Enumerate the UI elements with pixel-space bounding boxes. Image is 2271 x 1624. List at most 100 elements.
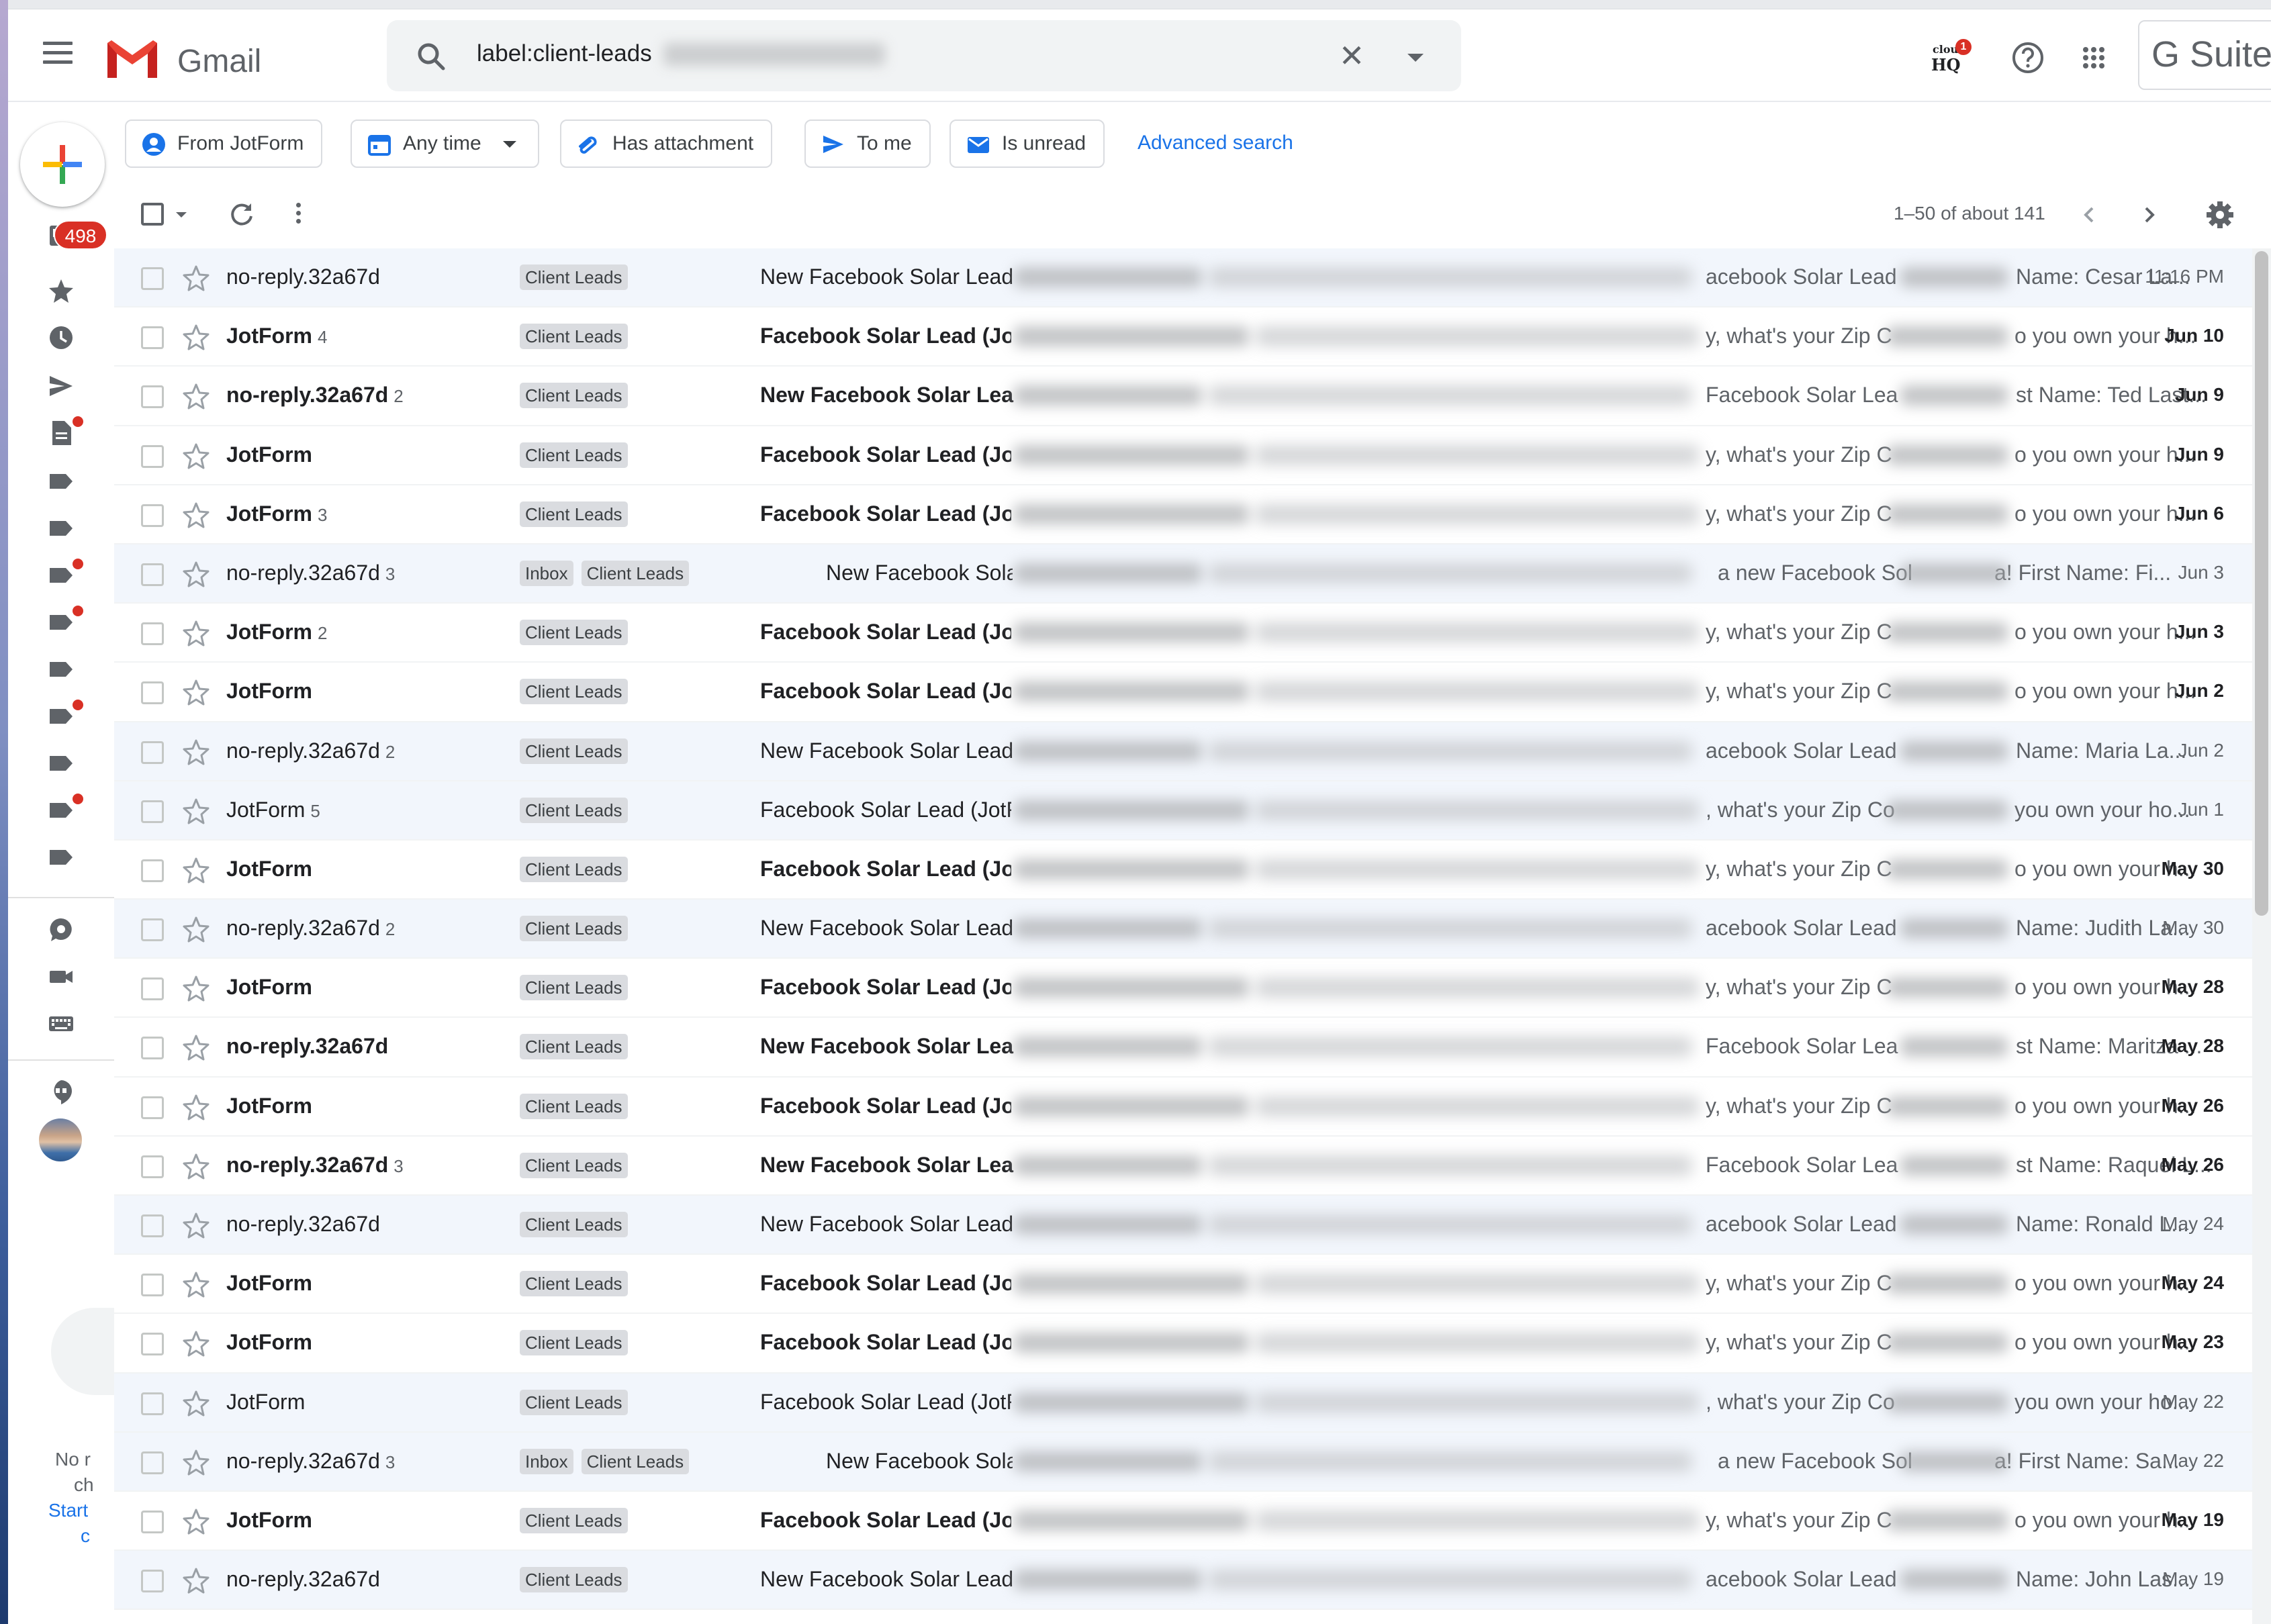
star-icon[interactable] <box>181 1033 211 1062</box>
help-icon[interactable] <box>2008 38 2048 78</box>
star-icon[interactable] <box>181 914 211 944</box>
table-row[interactable]: JotForm Client Leads Facebook Solar Lead (… <box>114 1255 2252 1315</box>
row-checkbox[interactable] <box>141 977 164 1001</box>
scrollbar[interactable] <box>2252 248 2271 1624</box>
label-chip[interactable]: Client Leads <box>520 1034 628 1060</box>
gmail-logo-icon[interactable] <box>103 36 161 81</box>
table-row[interactable]: JotForm Client Leads Facebook Solar Lead (… <box>114 1491 2252 1551</box>
star-icon[interactable] <box>181 618 211 648</box>
row-checkbox[interactable] <box>141 504 164 527</box>
table-row[interactable]: JotForm Client Leads Facebook Solar Lead (… <box>114 663 2252 722</box>
drafts-icon[interactable] <box>47 419 75 447</box>
label-chip[interactable]: Client Leads <box>520 265 628 290</box>
table-row[interactable]: no-reply.32a67d 3 Client Leads New Facebook… <box>114 1136 2252 1196</box>
table-row[interactable]: JotForm Client Leads Facebook Solar Lead (… <box>114 959 2252 1018</box>
label-chip[interactable]: Client Leads <box>520 679 628 705</box>
label-chip[interactable]: Client Leads <box>520 1271 628 1297</box>
label-chip[interactable]: Client Leads <box>520 1152 628 1178</box>
label-icon[interactable] <box>47 796 75 824</box>
avatar[interactable] <box>39 1118 82 1161</box>
table-row[interactable]: no-reply.32a67d 2 Client Leads New Facebook… <box>114 900 2252 959</box>
row-checkbox[interactable] <box>141 1392 164 1415</box>
more-options-icon[interactable] <box>291 200 305 230</box>
row-checkbox[interactable] <box>141 1510 164 1533</box>
label-chip[interactable]: Client Leads <box>520 1389 628 1415</box>
row-checkbox[interactable] <box>141 681 164 705</box>
star-icon[interactable] <box>181 1092 211 1122</box>
filter-chip-unread[interactable]: Is unread <box>949 120 1105 168</box>
star-icon[interactable] <box>181 855 211 885</box>
row-checkbox[interactable] <box>141 1451 164 1474</box>
label-chip[interactable]: Client Leads <box>520 1567 628 1593</box>
table-row[interactable]: no-reply.32a67d 2 Client Leads New Facebook… <box>114 722 2252 781</box>
star-icon[interactable] <box>181 796 211 826</box>
star-icon[interactable] <box>181 1270 211 1299</box>
advanced-search-link[interactable]: Advanced search <box>1138 132 1293 154</box>
snoozed-clock-icon[interactable] <box>47 324 75 352</box>
row-checkbox[interactable] <box>141 267 164 290</box>
label-chip[interactable]: Client Leads <box>520 324 628 350</box>
label-chip[interactable]: Client Leads <box>520 620 628 646</box>
table-row[interactable]: JotForm 3 Client Leads Facebook Solar Lead … <box>114 485 2252 544</box>
row-checkbox[interactable] <box>141 859 164 882</box>
label-chip[interactable]: Client Leads <box>520 916 628 942</box>
star-icon[interactable] <box>181 559 211 589</box>
label-chip[interactable]: Client Leads <box>520 797 628 823</box>
row-checkbox[interactable] <box>141 918 164 942</box>
row-checkbox[interactable] <box>141 444 164 468</box>
label-chip[interactable]: Client Leads <box>520 501 628 527</box>
star-icon[interactable] <box>181 500 211 530</box>
hangouts-icon[interactable] <box>47 1078 75 1106</box>
chevron-left-icon[interactable] <box>2076 201 2103 228</box>
chevron-right-icon[interactable] <box>2135 201 2162 228</box>
star-icon[interactable] <box>181 677 211 707</box>
row-checkbox[interactable] <box>141 1214 164 1237</box>
sent-icon[interactable] <box>47 372 75 400</box>
gmail-logo-text[interactable]: Gmail <box>177 43 261 80</box>
row-checkbox[interactable] <box>141 800 164 823</box>
search-input[interactable]: label:client-leads <box>477 40 652 67</box>
row-checkbox[interactable] <box>141 1274 164 1297</box>
star-icon[interactable] <box>181 1566 211 1595</box>
filter-chip-date[interactable]: Any time <box>351 120 539 168</box>
star-icon[interactable] <box>181 1329 211 1358</box>
table-row[interactable]: JotForm Client Leads Facebook Solar Lead (… <box>114 1077 2252 1137</box>
label-chip[interactable]: Client Leads <box>520 1507 628 1533</box>
table-row[interactable]: no-reply.32a67d 3 Inbox Client Leads New Fac… <box>114 544 2252 604</box>
star-icon[interactable] <box>181 441 211 471</box>
star-icon[interactable] <box>181 1210 211 1240</box>
scrollbar-thumb[interactable] <box>2255 251 2268 916</box>
row-checkbox[interactable] <box>141 1155 164 1178</box>
table-row[interactable]: JotForm 5 Client Leads Facebook Solar Lead … <box>114 781 2252 841</box>
hangouts-start-link[interactable]: Start <box>48 1500 88 1521</box>
table-row[interactable]: no-reply.32a67d 3 Inbox Client Leads New Fac… <box>114 1432 2252 1492</box>
gsuite-brand[interactable]: G Suite <box>2138 20 2271 90</box>
table-row[interactable]: no-reply.32a67d Client Leads New Facebook … <box>114 1196 2252 1255</box>
apps-grid-icon[interactable] <box>2074 38 2114 78</box>
label-icon[interactable] <box>47 655 75 683</box>
label-chip[interactable]: Inbox <box>520 1448 573 1474</box>
label-chip[interactable]: Client Leads <box>520 975 628 1001</box>
select-menu-caret-icon[interactable] <box>176 212 187 218</box>
table-row[interactable]: JotForm 4 Client Leads Facebook Solar Lead … <box>114 307 2252 367</box>
table-row[interactable]: JotForm Client Leads Facebook Solar Lead (… <box>114 840 2252 900</box>
gear-icon[interactable] <box>2204 199 2236 231</box>
label-icon[interactable] <box>47 514 75 542</box>
label-chip[interactable]: Client Leads <box>520 1212 628 1237</box>
label-icon[interactable] <box>47 702 75 730</box>
label-icon[interactable] <box>47 608 75 636</box>
main-menu-icon[interactable] <box>43 42 73 64</box>
search-options-caret-icon[interactable] <box>1407 54 1424 62</box>
table-row[interactable]: JotForm Client Leads Facebook Solar Lead (… <box>114 1373 2252 1433</box>
select-all-checkbox[interactable] <box>141 203 164 226</box>
table-row[interactable]: no-reply.32a67d Client Leads New Facebook … <box>114 1551 2252 1611</box>
row-checkbox[interactable] <box>141 385 164 409</box>
filter-chip-to-me[interactable]: To me <box>804 120 931 168</box>
filter-chip-attachment[interactable]: Has attachment <box>560 120 773 168</box>
label-chip[interactable]: Client Leads <box>520 856 628 882</box>
label-chip[interactable]: Client Leads <box>581 1448 690 1474</box>
star-icon[interactable] <box>181 381 211 411</box>
starred-icon[interactable] <box>47 277 75 305</box>
star-icon[interactable] <box>181 1447 211 1477</box>
label-chip[interactable]: Inbox <box>520 560 573 586</box>
